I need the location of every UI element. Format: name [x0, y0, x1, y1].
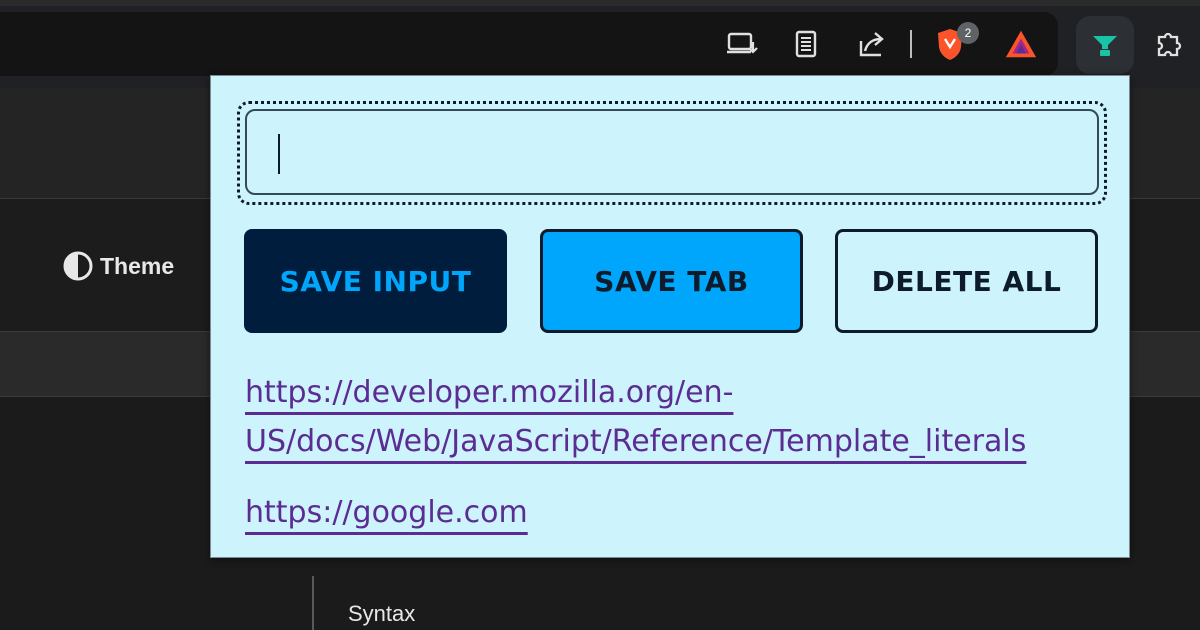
brave-rewards-icon[interactable]	[1004, 26, 1038, 62]
saved-lead-link[interactable]: https://google.com	[245, 495, 528, 530]
tab-strip	[0, 0, 1200, 6]
toolbar-separator	[910, 30, 912, 58]
lead-input[interactable]	[245, 109, 1099, 195]
list-item: https://developer.mozilla.org/en- US/docs…	[245, 368, 1105, 466]
leads-tracker-extension-icon[interactable]	[1088, 26, 1122, 62]
extension-popup: SAVE INPUT SAVE TAB DELETE ALL https://d…	[210, 75, 1130, 558]
address-bar[interactable]	[0, 12, 1058, 76]
toc-divider	[312, 576, 314, 630]
list-item: https://google.com	[245, 488, 1105, 537]
theme-label: Theme	[100, 252, 175, 279]
reader-mode-icon[interactable]	[789, 26, 823, 62]
share-icon[interactable]	[855, 26, 889, 62]
delete-all-button[interactable]: DELETE ALL	[835, 229, 1098, 333]
saved-lead-link[interactable]: https://developer.mozilla.org/en- US/docs…	[245, 375, 1026, 459]
theme-toggle[interactable]: Theme	[62, 250, 174, 282]
toc-item-syntax[interactable]: Syntax	[348, 601, 415, 627]
shields-count-badge: 2	[957, 22, 979, 44]
theme-contrast-icon	[63, 251, 93, 281]
saved-leads-list: https://developer.mozilla.org/en- US/docs…	[245, 368, 1105, 559]
text-caret	[278, 134, 280, 174]
save-tab-button[interactable]: SAVE TAB	[540, 229, 803, 333]
install-app-icon[interactable]	[725, 26, 759, 62]
save-input-button[interactable]: SAVE INPUT	[244, 229, 507, 333]
extensions-puzzle-icon[interactable]	[1151, 26, 1185, 62]
